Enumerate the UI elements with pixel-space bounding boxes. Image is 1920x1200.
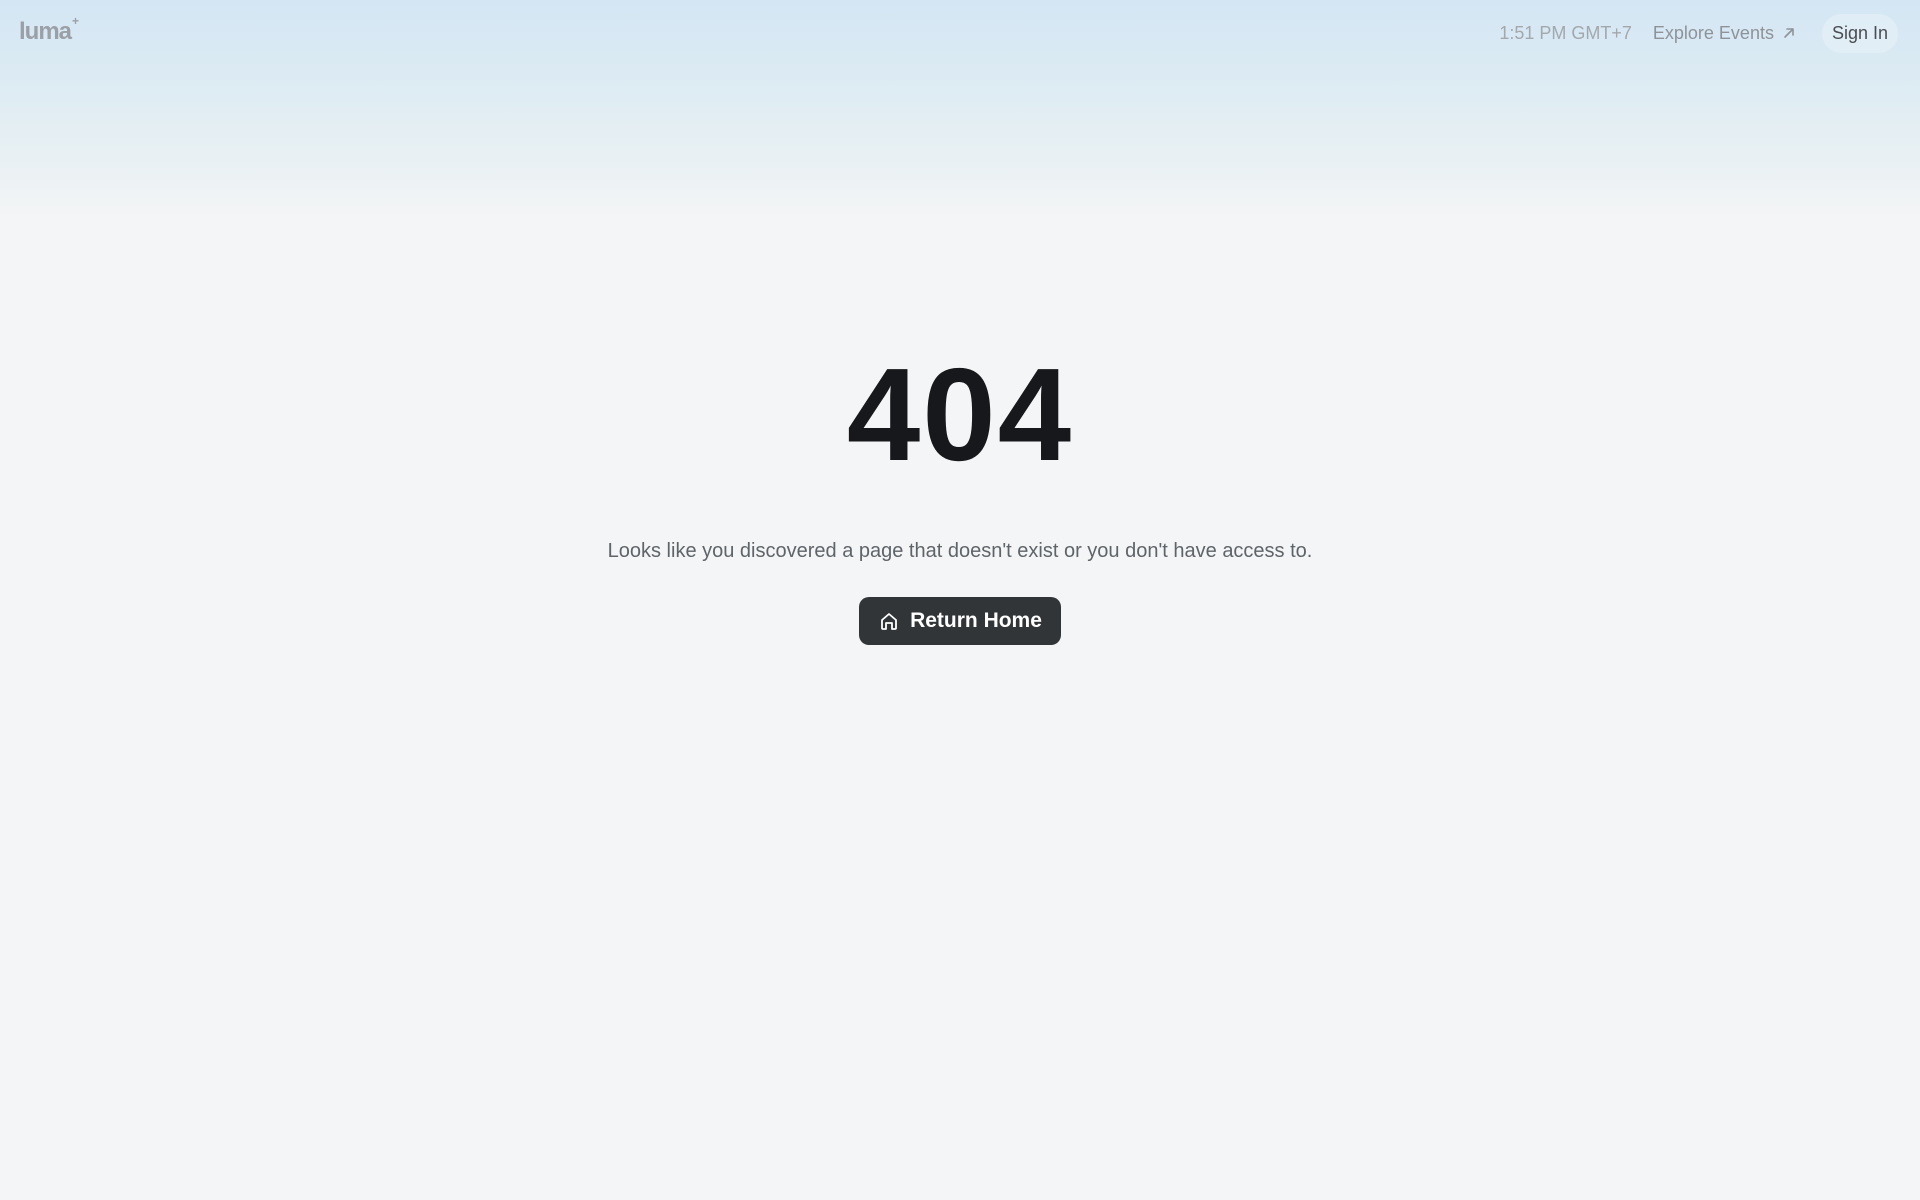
nav-right-group: 1:51 PM GMT+7 Explore Events Sign In <box>1499 13 1898 53</box>
sign-in-button[interactable]: Sign In <box>1821 13 1898 53</box>
current-time: 1:51 PM GMT+7 <box>1499 22 1632 43</box>
error-message: Looks like you discovered a page that do… <box>607 540 1313 562</box>
logo-mark: + <box>72 14 79 28</box>
explore-events-label: Explore Events <box>1652 22 1774 43</box>
explore-events-link[interactable]: Explore Events <box>1653 23 1796 44</box>
top-nav: luma + 1:51 PM GMT+7 Explore Events Sign… <box>0 0 1920 66</box>
home-icon <box>881 613 897 630</box>
error-content: 404 Looks like you discovered a page tha… <box>0 340 1920 645</box>
arrow-up-right-icon <box>1784 28 1794 38</box>
return-home-label: Return Home <box>910 609 1042 632</box>
logo-text: luma <box>19 18 72 45</box>
luma-logo[interactable]: luma + <box>19 14 79 46</box>
error-code: 404 <box>846 341 1074 488</box>
return-home-button[interactable]: Return Home <box>859 597 1061 645</box>
